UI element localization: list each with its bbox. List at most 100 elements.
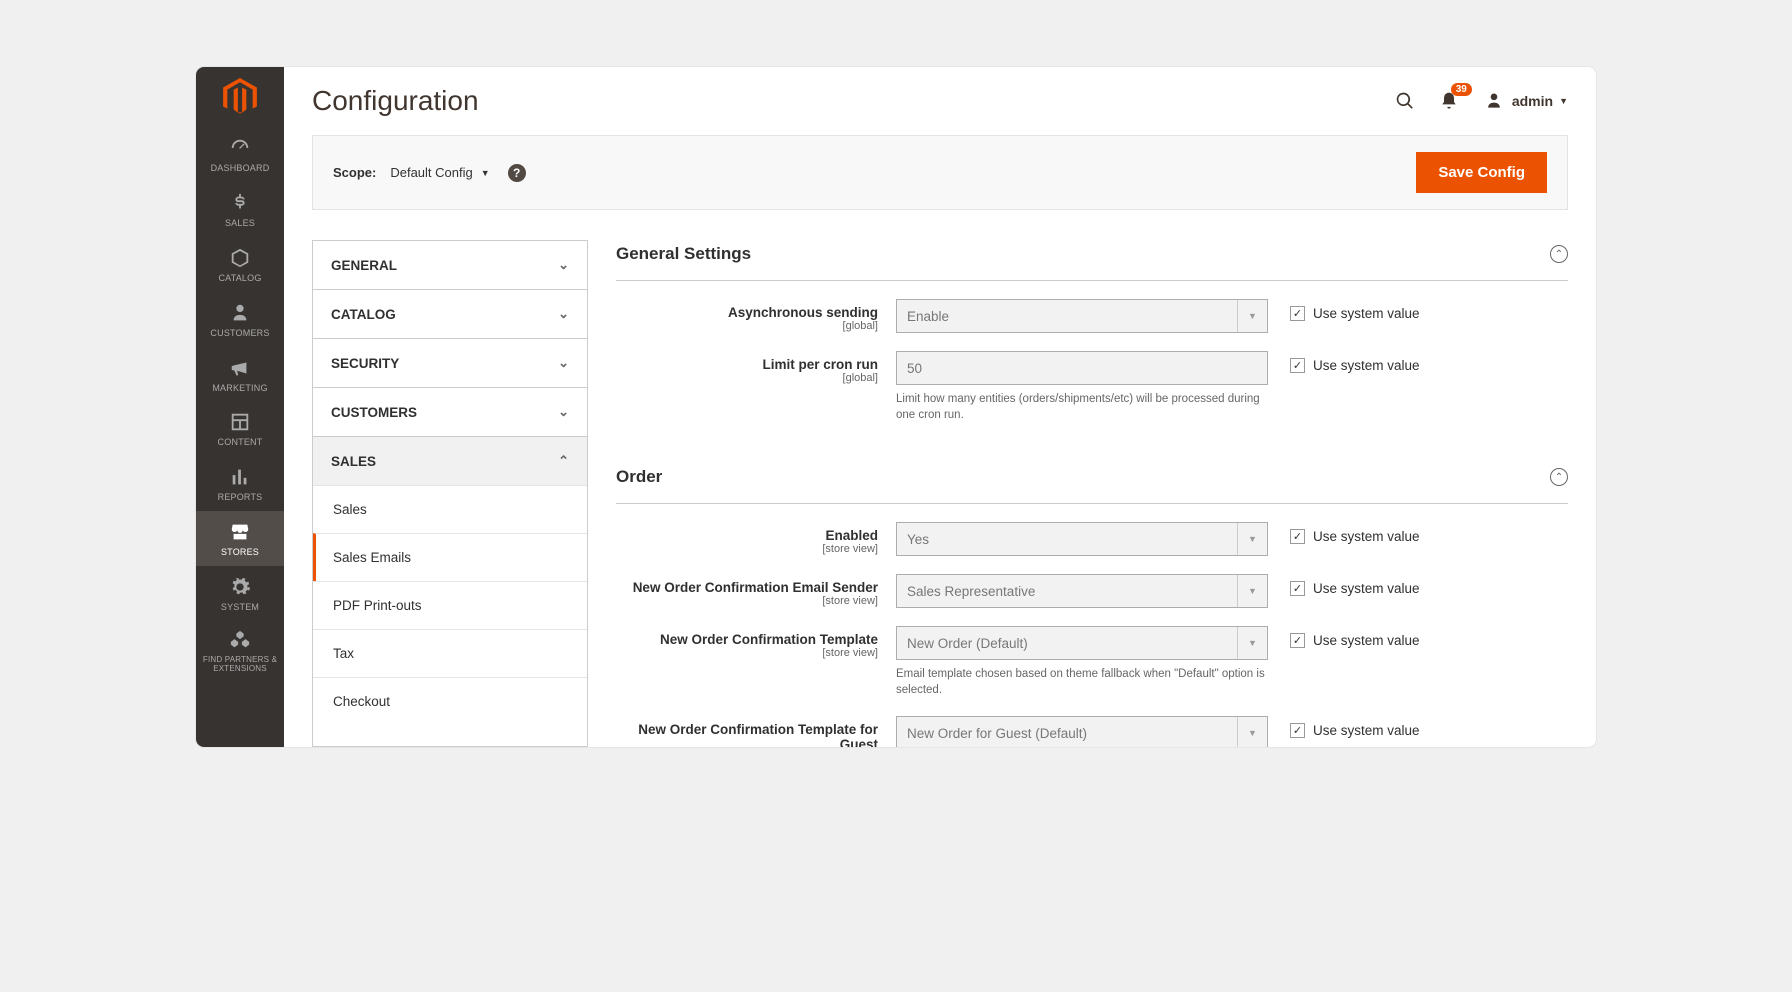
- search-button[interactable]: [1392, 88, 1418, 114]
- nav-partners[interactable]: FIND PARTNERS & EXTENSIONS: [196, 621, 284, 684]
- config-nav-customers[interactable]: CUSTOMERS ⌄: [313, 387, 587, 436]
- search-icon: [1395, 91, 1415, 111]
- dollar-icon: [229, 192, 251, 214]
- caret-down-icon: ▼: [1559, 96, 1568, 106]
- field-async-sending: Asynchronous sending [global] Enable ▼ ✓…: [616, 299, 1568, 333]
- config-nav-label: SECURITY: [331, 356, 399, 371]
- config-subnav-tax[interactable]: Tax: [313, 629, 587, 677]
- chevron-down-icon: ⌄: [558, 404, 569, 420]
- nav-content[interactable]: CONTENT: [196, 401, 284, 456]
- config-nav-catalog[interactable]: CATALOG ⌄: [313, 289, 587, 338]
- topbar: Configuration 39 admin ▼: [284, 67, 1596, 135]
- user-menu[interactable]: admin ▼: [1484, 91, 1568, 111]
- async-sending-select[interactable]: Enable ▼: [896, 299, 1268, 333]
- chevron-down-icon: ⌄: [558, 355, 569, 371]
- field-order-sender: New Order Confirmation Email Sender [sto…: [616, 574, 1568, 608]
- use-system-value-checkbox[interactable]: ✓ Use system value: [1290, 716, 1420, 738]
- use-system-value-checkbox[interactable]: ✓ Use system value: [1290, 522, 1420, 544]
- caret-down-icon: ▼: [481, 168, 490, 178]
- caret-down-icon: ▼: [1237, 300, 1267, 332]
- config-nav-general[interactable]: GENERAL ⌄: [313, 241, 587, 289]
- checkbox-label: Use system value: [1313, 358, 1420, 373]
- content-area: GENERAL ⌄ CATALOG ⌄ SECURITY ⌄ CUSTOMERS…: [284, 240, 1596, 747]
- section-header-order[interactable]: Order ⌃: [616, 463, 1568, 504]
- field-label: New Order Confirmation Email Sender: [616, 580, 878, 595]
- config-subnav-sales[interactable]: Sales: [313, 485, 587, 533]
- dashboard-icon: [229, 137, 251, 159]
- settings-panel: General Settings ⌃ Asynchronous sending …: [616, 240, 1568, 747]
- field-scope: [store view]: [616, 647, 878, 659]
- field-label: New Order Confirmation Template: [616, 632, 878, 647]
- field-order-enabled: Enabled [store view] Yes ▼ ✓ Use system …: [616, 522, 1568, 556]
- scope-label: Scope:: [333, 165, 376, 180]
- select-value: Sales Representative: [907, 584, 1035, 599]
- checkbox-icon: ✓: [1290, 529, 1305, 544]
- field-scope: [store view]: [616, 595, 878, 607]
- use-system-value-checkbox[interactable]: ✓ Use system value: [1290, 626, 1420, 648]
- order-sender-select[interactable]: Sales Representative ▼: [896, 574, 1268, 608]
- field-scope: [global]: [616, 320, 878, 332]
- order-template-select[interactable]: New Order (Default) ▼: [896, 626, 1268, 660]
- caret-down-icon: ▼: [1237, 575, 1267, 607]
- admin-sidebar: DASHBOARD SALES CATALOG CUSTOMERS MARKET…: [196, 67, 284, 747]
- scope-bar: Scope: Default Config ▼ ? Save Config: [312, 135, 1568, 210]
- nav-sales[interactable]: SALES: [196, 182, 284, 237]
- config-subnav-sales-emails[interactable]: Sales Emails: [313, 533, 587, 581]
- use-system-value-checkbox[interactable]: ✓ Use system value: [1290, 574, 1420, 596]
- collapse-icon: ⌃: [1550, 468, 1568, 486]
- scope-help-icon[interactable]: ?: [508, 164, 526, 182]
- nav-label: SYSTEM: [221, 603, 259, 613]
- use-system-value-checkbox[interactable]: ✓ Use system value: [1290, 351, 1420, 373]
- nav-label: MARKETING: [212, 384, 267, 394]
- nav-catalog[interactable]: CATALOG: [196, 237, 284, 292]
- section-header-general[interactable]: General Settings ⌃: [616, 240, 1568, 281]
- nav-stores[interactable]: STORES: [196, 511, 284, 566]
- nav-reports[interactable]: REPORTS: [196, 456, 284, 511]
- nav-label: CATALOG: [218, 274, 261, 284]
- config-nav-security[interactable]: SECURITY ⌄: [313, 338, 587, 387]
- config-subnav-checkout[interactable]: Checkout: [313, 677, 587, 725]
- use-system-value-checkbox[interactable]: ✓ Use system value: [1290, 299, 1420, 321]
- user-label: admin: [1512, 93, 1553, 109]
- field-label: Limit per cron run: [616, 357, 878, 372]
- checkbox-icon: ✓: [1290, 306, 1305, 321]
- order-enabled-select[interactable]: Yes ▼: [896, 522, 1268, 556]
- checkbox-icon: ✓: [1290, 358, 1305, 373]
- nav-label: DASHBOARD: [211, 164, 270, 174]
- order-guest-template-select[interactable]: New Order for Guest (Default) ▼: [896, 716, 1268, 747]
- nav-label: STORES: [221, 548, 259, 558]
- gear-icon: [229, 576, 251, 598]
- layout-icon: [229, 411, 251, 433]
- section-title: General Settings: [616, 244, 1550, 264]
- checkbox-icon: ✓: [1290, 581, 1305, 596]
- caret-down-icon: ▼: [1237, 717, 1267, 747]
- checkbox-icon: ✓: [1290, 633, 1305, 648]
- checkbox-label: Use system value: [1313, 581, 1420, 596]
- megaphone-icon: [229, 357, 251, 379]
- scope-selector[interactable]: Default Config ▼: [390, 165, 489, 180]
- select-value: Enable: [907, 309, 949, 324]
- field-label: Asynchronous sending: [616, 305, 878, 320]
- select-value: New Order (Default): [907, 636, 1028, 651]
- field-order-guest-template: New Order Confirmation Template for Gues…: [616, 716, 1568, 747]
- section-title: Order: [616, 467, 1550, 487]
- field-note: Email template chosen based on theme fal…: [896, 666, 1268, 698]
- nav-dashboard[interactable]: DASHBOARD: [196, 127, 284, 182]
- admin-window: DASHBOARD SALES CATALOG CUSTOMERS MARKET…: [196, 67, 1596, 747]
- nav-system[interactable]: SYSTEM: [196, 566, 284, 621]
- config-subnav-pdf[interactable]: PDF Print-outs: [313, 581, 587, 629]
- config-nav-sales[interactable]: SALES ⌃: [313, 436, 587, 485]
- chevron-down-icon: ⌄: [558, 257, 569, 273]
- field-limit-per-cron: Limit per cron run [global] Limit how ma…: [616, 351, 1568, 423]
- caret-down-icon: ▼: [1237, 523, 1267, 555]
- nav-marketing[interactable]: MARKETING: [196, 347, 284, 402]
- select-value: New Order for Guest (Default): [907, 726, 1087, 741]
- limit-per-cron-input[interactable]: [896, 351, 1268, 385]
- config-nav: GENERAL ⌄ CATALOG ⌄ SECURITY ⌄ CUSTOMERS…: [312, 240, 588, 747]
- notifications-button[interactable]: 39: [1436, 88, 1462, 114]
- config-nav-label: SALES: [331, 454, 376, 469]
- field-note: Limit how many entities (orders/shipment…: [896, 391, 1268, 423]
- save-config-button[interactable]: Save Config: [1416, 152, 1547, 193]
- magento-logo[interactable]: [196, 67, 284, 127]
- nav-customers[interactable]: CUSTOMERS: [196, 292, 284, 347]
